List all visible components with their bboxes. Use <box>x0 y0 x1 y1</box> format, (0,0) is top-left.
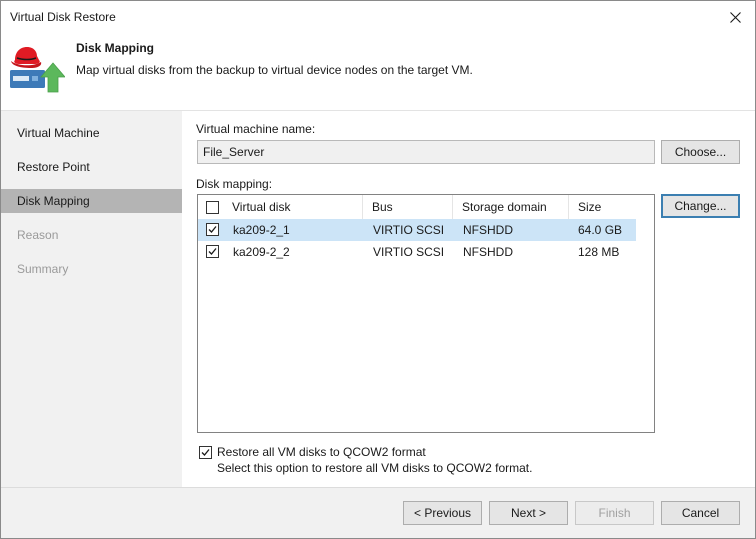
step-title: Disk Mapping <box>76 41 155 55</box>
step-label: Virtual Machine <box>17 126 100 140</box>
finish-button: Finish <box>575 501 654 525</box>
step-virtual-machine[interactable]: Virtual Machine <box>1 121 182 145</box>
checkmark-icon <box>201 449 210 456</box>
cell-virtual-disk: ka209-2_2 <box>233 245 290 259</box>
checkmark-icon <box>208 226 217 233</box>
step-reason: Reason <box>1 223 182 247</box>
step-label: Reason <box>17 228 59 242</box>
close-icon <box>729 11 741 23</box>
step-restore-point[interactable]: Restore Point <box>1 155 182 179</box>
row-checkbox[interactable] <box>206 245 219 258</box>
title-bar: Virtual Disk Restore <box>1 1 755 33</box>
column-header-virtual-disk[interactable]: Virtual disk <box>226 195 290 219</box>
window-title: Virtual Disk Restore <box>10 10 116 24</box>
disk-mapping-table: Virtual disk Bus Storage domain Size ka2… <box>197 194 655 433</box>
wizard-window: Virtual Disk Restore Disk Mapping Map vi… <box>0 0 756 539</box>
close-button[interactable] <box>715 1 755 33</box>
next-button[interactable]: Next > <box>489 501 568 525</box>
row-checkbox[interactable] <box>206 223 219 236</box>
cell-bus: VIRTIO SCSI <box>373 223 445 237</box>
step-disk-mapping[interactable]: Disk Mapping <box>1 189 182 213</box>
select-all-checkbox[interactable] <box>206 201 219 214</box>
column-header-size[interactable]: Size <box>572 195 601 219</box>
vm-name-label: Virtual machine name: <box>196 122 316 136</box>
step-content: Virtual machine name: File_Server Choose… <box>182 111 755 487</box>
column-divider[interactable] <box>362 195 363 219</box>
table-header: Virtual disk Bus Storage domain Size <box>198 195 654 219</box>
step-description: Map virtual disks from the backup to vir… <box>76 63 473 77</box>
step-label: Restore Point <box>17 160 90 174</box>
column-header-bus[interactable]: Bus <box>366 195 393 219</box>
step-summary: Summary <box>1 257 182 281</box>
step-label: Disk Mapping <box>17 194 90 208</box>
disk-mapping-label: Disk mapping: <box>196 177 273 191</box>
choose-button[interactable]: Choose... <box>661 140 740 164</box>
qcow2-label[interactable]: Restore all VM disks to QCOW2 format <box>217 445 426 459</box>
column-divider[interactable] <box>452 195 453 219</box>
wizard-header: Disk Mapping Map virtual disks from the … <box>1 33 755 110</box>
cell-virtual-disk: ka209-2_1 <box>233 223 290 237</box>
vm-name-field[interactable]: File_Server <box>197 140 655 164</box>
cell-storage-domain: NFSHDD <box>463 223 513 237</box>
qcow2-hint: Select this option to restore all VM dis… <box>217 461 533 475</box>
previous-button[interactable]: < Previous <box>403 501 482 525</box>
column-divider[interactable] <box>568 195 569 219</box>
redhat-restore-icon <box>10 47 65 93</box>
change-button[interactable]: Change... <box>661 194 740 218</box>
step-label: Summary <box>17 262 69 276</box>
wizard-footer: < Previous Next > Finish Cancel <box>1 488 755 538</box>
checkmark-icon <box>208 248 217 255</box>
cell-storage-domain: NFSHDD <box>463 245 513 259</box>
cancel-button[interactable]: Cancel <box>661 501 740 525</box>
column-header-storage-domain[interactable]: Storage domain <box>456 195 547 219</box>
wizard-steps-sidebar: Virtual Machine Restore Point Disk Mappi… <box>1 111 182 487</box>
cell-bus: VIRTIO SCSI <box>373 245 445 259</box>
cell-size: 64.0 GB <box>578 223 623 237</box>
qcow2-checkbox[interactable] <box>199 446 212 459</box>
table-row[interactable]: ka209-2_1 VIRTIO SCSI NFSHDD 64.0 GB <box>198 219 636 241</box>
cell-size: 128 MB <box>578 245 620 259</box>
table-row[interactable]: ka209-2_2 VIRTIO SCSI NFSHDD 128 MB <box>198 241 636 263</box>
